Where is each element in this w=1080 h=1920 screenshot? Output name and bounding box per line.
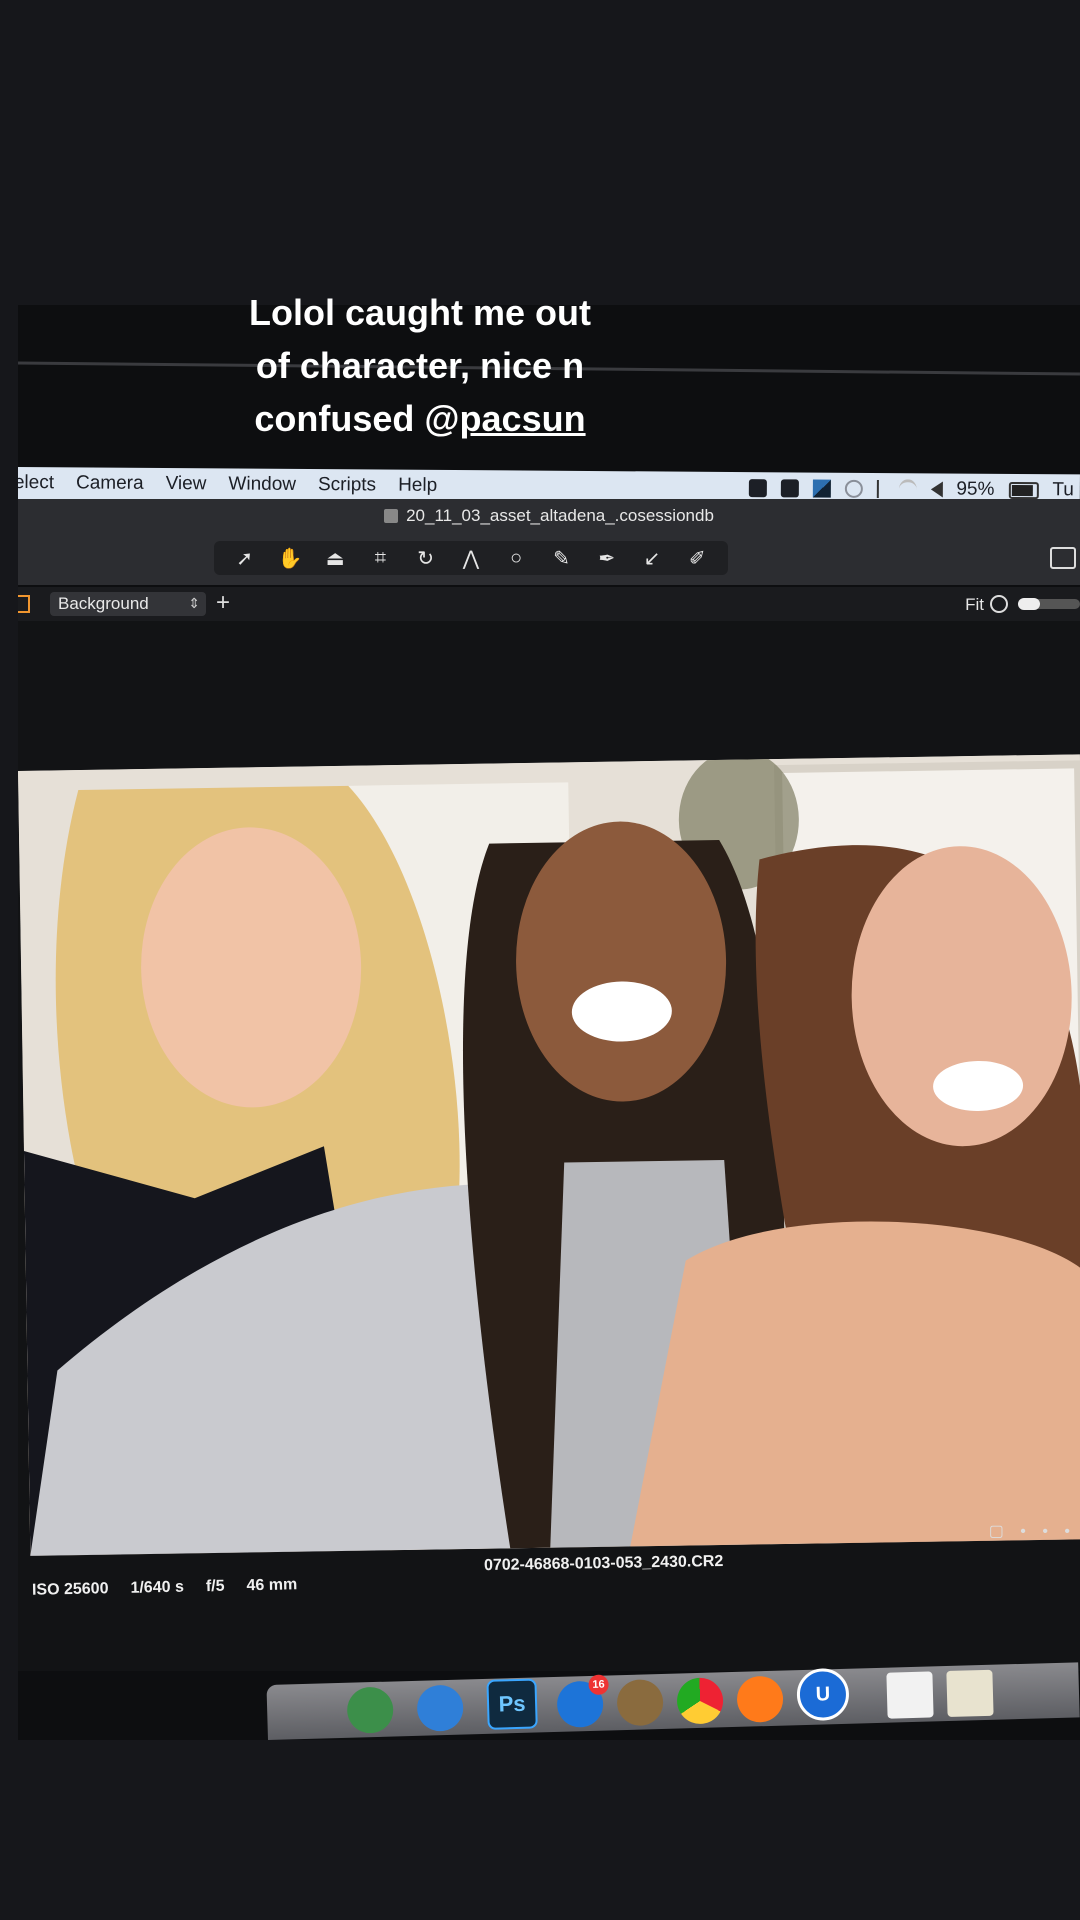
layer-select-value: Background <box>58 594 149 613</box>
picker-icon[interactable]: ↙ <box>633 546 671 571</box>
edit-icon[interactable] <box>1050 547 1076 569</box>
caption-line-3-text: confused @ <box>254 398 460 439</box>
file-name: 0702-46868-0103-053_2430.CR2 <box>483 1552 724 1575</box>
select-arrow-icon[interactable]: ➚ <box>226 546 264 571</box>
menu-window[interactable]: Window <box>228 473 296 495</box>
layer-bar: Background ⇕ + Fit <box>18 587 1080 621</box>
dock-app-squirrel-icon[interactable] <box>616 1678 664 1727</box>
menu-scripts[interactable]: Scripts <box>318 474 376 496</box>
zoom-slider[interactable] <box>1018 598 1080 610</box>
brush-icon[interactable]: ✎ <box>542 546 580 571</box>
magnifier-icon[interactable] <box>990 595 1008 613</box>
bluetooth-icon[interactable] <box>876 479 885 499</box>
pan-hand-icon[interactable]: ✋ <box>271 546 309 571</box>
exif-focal-length: 46 mm <box>246 1576 298 1595</box>
macos-dock: Ps 16 U <box>266 1662 1080 1740</box>
dock-app-preview-icon[interactable] <box>886 1671 934 1719</box>
volume-icon[interactable] <box>930 481 943 498</box>
photo-illustration <box>18 754 1080 1556</box>
layer-select[interactable]: Background ⇕ <box>50 592 206 616</box>
chevron-updown-icon: ⇕ <box>188 595 200 611</box>
dock-app-photoshop-icon[interactable]: Ps <box>486 1678 538 1730</box>
menu-select[interactable]: elect <box>18 472 54 494</box>
tool-group: ➚ ✋ ⏏ ⌗ ↻ ⋀ ○ ✎ ✒ ↙ ✐ <box>214 541 728 575</box>
dock-app-safari-icon[interactable] <box>416 1684 464 1732</box>
caption-line-2: of character, nice n <box>255 345 585 386</box>
app-tray-icon[interactable] <box>812 479 831 498</box>
add-layer-icon[interactable]: + <box>216 589 230 617</box>
dock-app-u-icon[interactable]: U <box>796 1667 850 1722</box>
document-icon <box>384 509 399 523</box>
layer-color-icon[interactable] <box>18 595 30 613</box>
pen-icon[interactable]: ✒ <box>588 546 626 571</box>
story-caption: Lolol caught me out of character, nice n… <box>190 286 650 445</box>
photo-preview[interactable] <box>18 754 1080 1556</box>
dock-app-documents-icon[interactable] <box>946 1669 994 1718</box>
viewer-options-icon[interactable]: ▢ • • • <box>989 1521 1076 1541</box>
image-viewer[interactable]: 0702-46868-0103-053_2430.CR2 ▢ • • • ISO… <box>18 621 1080 1671</box>
rotate-icon[interactable]: ↻ <box>407 546 445 571</box>
cursor-toolbar: ➚ ✋ ⏏ ⌗ ↻ ⋀ ○ ✎ ✒ ↙ ✐ <box>18 533 1080 585</box>
battery-percent: 95% <box>956 478 995 500</box>
caption-line-3: confused @pacsun <box>190 392 650 445</box>
eraser-icon[interactable]: ✐ <box>678 546 716 571</box>
menu-view[interactable]: View <box>166 473 207 495</box>
menu-help[interactable]: Help <box>398 475 437 497</box>
keystone-icon[interactable]: ⋀ <box>452 546 490 571</box>
dock-app-messages-icon[interactable] <box>346 1686 394 1734</box>
window-title-bar: 20_11_03_asset_altadena_.cosessiondb <box>18 499 1080 533</box>
circle-icon[interactable]: ○ <box>497 547 535 570</box>
crop-icon[interactable]: ⌗ <box>361 547 399 570</box>
creative-cloud-icon[interactable] <box>844 479 863 498</box>
monitor-screen: elect Camera View Window Scripts Help 95… <box>18 305 1080 1740</box>
wifi-icon[interactable] <box>898 478 917 500</box>
loupe-icon[interactable]: ⏏ <box>316 546 354 571</box>
exif-iso: ISO 25600 <box>31 1580 109 1599</box>
dock-app-chrome-icon[interactable] <box>676 1677 724 1725</box>
mail-badge: 16 <box>588 1674 609 1696</box>
tools-icon[interactable] <box>780 479 799 498</box>
zoom-fit-label[interactable]: Fit <box>965 595 984 615</box>
window-title: 20_11_03_asset_altadena_.cosessiondb <box>406 506 714 525</box>
menu-camera[interactable]: Camera <box>76 472 144 494</box>
dock-app-mail-icon[interactable]: 16 <box>556 1674 609 1728</box>
exif-info: ISO 25600 1/640 s f/5 46 mm <box>32 1576 298 1600</box>
exif-aperture: f/5 <box>205 1577 225 1596</box>
caption-line-1: Lolol caught me out <box>249 292 591 333</box>
mention-link[interactable]: pacsun <box>460 398 586 439</box>
battery-icon[interactable] <box>1008 481 1039 499</box>
dock-app-firefox-icon[interactable] <box>736 1675 784 1723</box>
zoom-app-icon[interactable] <box>748 479 767 498</box>
exif-shutter: 1/640 s <box>130 1578 185 1597</box>
